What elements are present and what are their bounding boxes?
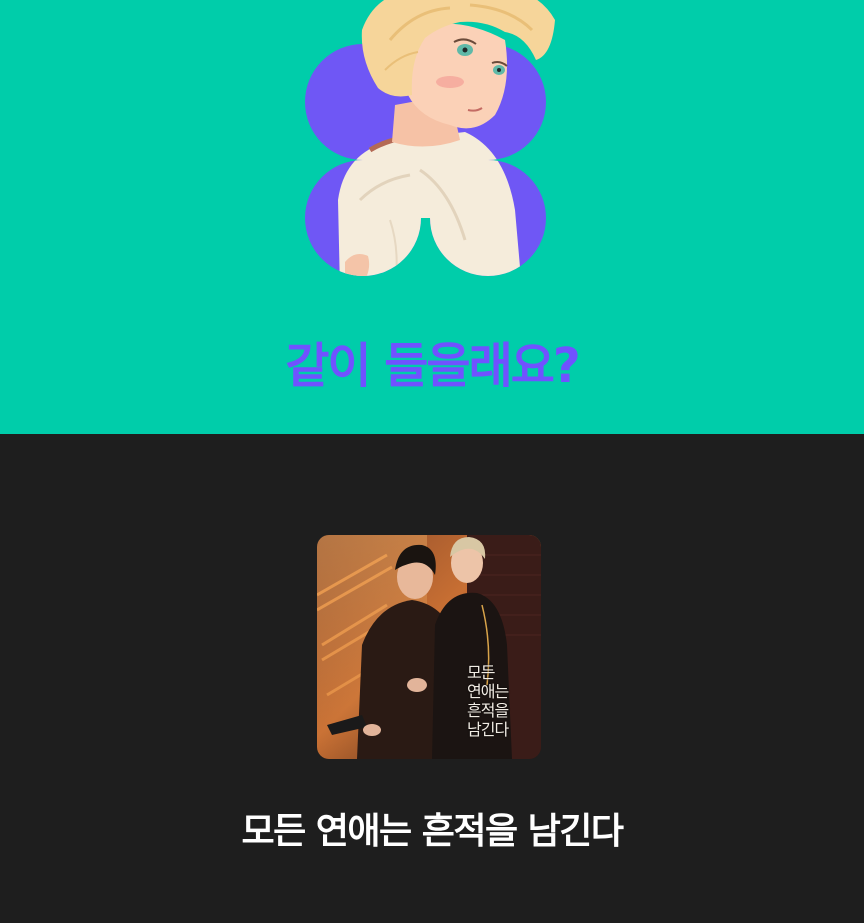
album-cover-line: 흔적을 <box>467 701 509 720</box>
album-cover-line: 연애는 <box>467 682 509 701</box>
promo-banner[interactable]: 같이 들을래요? <box>0 0 864 434</box>
album-cover[interactable]: 모든 연애는 흔적을 남긴다 <box>317 535 541 759</box>
promo-title: 같이 들을래요? <box>285 338 581 394</box>
album-section: 모든 연애는 흔적을 남긴다 모든 연애는 흔적을 남긴다 <box>0 434 864 923</box>
album-title[interactable]: 모든 연애는 흔적을 남긴다 <box>0 808 864 856</box>
page: 같이 들을래요? 모든 연애는 흔적을 남긴다 모든 연애는 흔적을 남긴다 <box>0 0 864 923</box>
character-illustration <box>305 0 555 276</box>
album-cover-line: 남긴다 <box>467 720 509 739</box>
album-cover-title: 모든 연애는 흔적을 남긴다 <box>467 663 539 739</box>
album-cover-line: 모든 <box>467 663 495 682</box>
